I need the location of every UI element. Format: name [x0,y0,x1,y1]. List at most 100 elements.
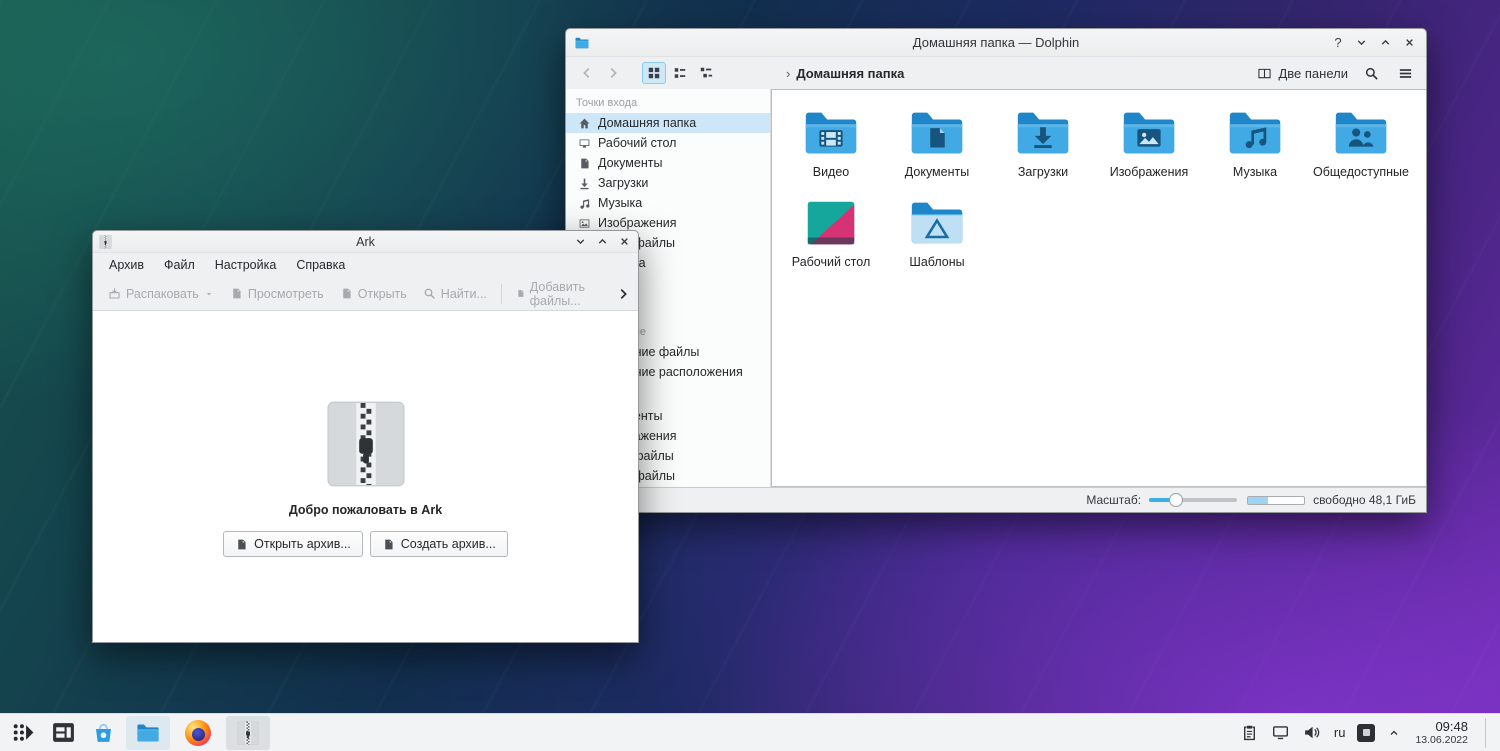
sidebar-item-label: Музыка [598,196,643,210]
view-mode-group [642,62,718,84]
digital-clock[interactable]: 09:48 13.06.2022 [1415,719,1468,747]
folder-public-icon [1330,102,1392,164]
sidebar-item-label: Загрузки [598,176,649,190]
folder-music-icon [1224,102,1286,164]
compact-view-icon [673,66,687,80]
folder-video-icon [800,102,862,164]
add-files-button[interactable]: Добавить файлы... [509,279,614,308]
display-icon [1272,724,1289,741]
create-archive-icon [382,538,395,551]
free-space-label: свободно 48,1 ГиБ [1313,493,1416,507]
menu-archive[interactable]: Архив [99,255,154,275]
menu-settings[interactable]: Настройка [205,255,287,275]
image-icon [578,217,591,230]
details-view-button[interactable] [694,62,718,84]
desktop-icon [578,137,591,150]
breadcrumb-label[interactable]: Домашняя папка [796,66,904,81]
zoom-slider-handle[interactable] [1169,493,1184,507]
close-button[interactable] [616,234,632,250]
maximize-button[interactable] [594,234,610,250]
home-icon [578,117,591,130]
open-archive-label: Открыть архив... [254,537,351,551]
add-files-label: Добавить файлы... [529,279,586,308]
preview-button[interactable]: Просмотреть [223,281,331,307]
folder-item-templates[interactable]: Шаблоны [884,192,990,282]
window-list-button[interactable] [46,716,80,750]
folder-item-images[interactable]: Изображения [1096,102,1202,192]
tray-expander-button[interactable] [1386,725,1402,741]
folder-item-video[interactable]: Видео [778,102,884,192]
find-button[interactable]: Найти... [416,281,494,307]
forward-icon [606,66,620,80]
toolbar-separator [500,283,502,304]
details-view-icon [699,66,713,80]
open-button[interactable]: Открыть [333,281,414,307]
sidebar-item-music[interactable]: Музыка [566,193,770,213]
split-view-button[interactable]: Две панели [1257,66,1348,81]
folder-view[interactable]: Видео Документы Загрузки Изображения Муз… [771,89,1426,487]
sidebar-item-downloads[interactable]: Загрузки [566,173,770,193]
menu-help[interactable]: Справка [286,255,355,275]
display-tray-button[interactable] [1271,723,1291,743]
search-button[interactable] [1360,62,1382,84]
task-button-ark[interactable] [226,715,270,750]
open-archive-icon [235,538,248,551]
close-button[interactable] [1400,34,1418,52]
back-button[interactable] [576,62,598,84]
volume-tray-button[interactable] [1302,723,1322,743]
toolbar-overflow-button[interactable] [616,287,630,301]
task-button-firefox[interactable] [176,716,220,750]
keyboard-layout-indicator[interactable]: ru [1333,725,1347,740]
download-icon [578,177,591,190]
dolphin-task-icon [135,720,161,746]
ark-titlebar[interactable]: Ark [93,231,638,253]
zoom-slider[interactable] [1149,493,1238,507]
extract-label: Распаковать [126,286,199,301]
icons-view-button[interactable] [642,62,666,84]
hamburger-icon [1398,66,1413,81]
breadcrumb[interactable]: › Домашняя папка [786,66,904,81]
sidebar-item-documents[interactable]: Документы [566,153,770,173]
dolphin-window: Домашняя папка — Dolphin ? › Домашняя па… [565,28,1427,513]
taskbar: ru 09:48 13.06.2022 [0,713,1500,751]
folder-item-music[interactable]: Музыка [1202,102,1308,192]
task-button-dolphin[interactable] [126,715,170,750]
show-desktop-button[interactable] [1485,717,1490,748]
sidebar-item-home[interactable]: Домашняя папка [566,113,770,133]
sidebar-item-label: Документы [598,156,663,170]
extract-button[interactable]: Распаковать [101,281,221,307]
sidebar-item-label: Рабочий стол [598,136,677,150]
clock-time: 09:48 [1435,718,1468,734]
help-button[interactable]: ? [1330,34,1346,52]
minimize-button[interactable] [572,234,588,250]
back-icon [580,66,594,80]
folder-item-downloads[interactable]: Загрузки [990,102,1096,192]
tray-app-button[interactable] [1357,723,1376,742]
folder-item-documents[interactable]: Документы [884,102,990,192]
add-files-icon [516,287,525,300]
open-archive-button[interactable]: Открыть архив... [223,531,363,557]
discover-launcher[interactable] [86,716,120,750]
menu-file[interactable]: Файл [154,255,205,275]
maximize-button[interactable] [1376,34,1394,52]
folder-item-public[interactable]: Общедоступные [1308,102,1414,192]
dolphin-titlebar[interactable]: Домашняя папка — Dolphin ? [566,29,1426,57]
icons-view-icon [647,66,661,80]
search-icon [1364,66,1379,81]
places-section-header: Точки входа [576,97,638,109]
breadcrumb-chevron-icon[interactable]: › [786,66,790,81]
forward-button[interactable] [602,62,624,84]
chevron-down-icon [204,289,214,299]
folder-item-desktop[interactable]: Рабочий стол [778,192,884,282]
preview-label: Просмотреть [247,286,324,301]
clipboard-tray-button[interactable] [1240,723,1260,743]
minimize-button[interactable] [1352,34,1370,52]
sidebar-item-desktop[interactable]: Рабочий стол [566,133,770,153]
app-launcher-button[interactable] [6,716,40,750]
find-icon [423,287,436,300]
compact-view-button[interactable] [668,62,692,84]
create-archive-button[interactable]: Создать архив... [369,531,508,557]
window-list-icon [51,720,76,745]
system-tray: ru 09:48 13.06.2022 [1240,717,1494,748]
hamburger-menu-button[interactable] [1394,62,1416,84]
